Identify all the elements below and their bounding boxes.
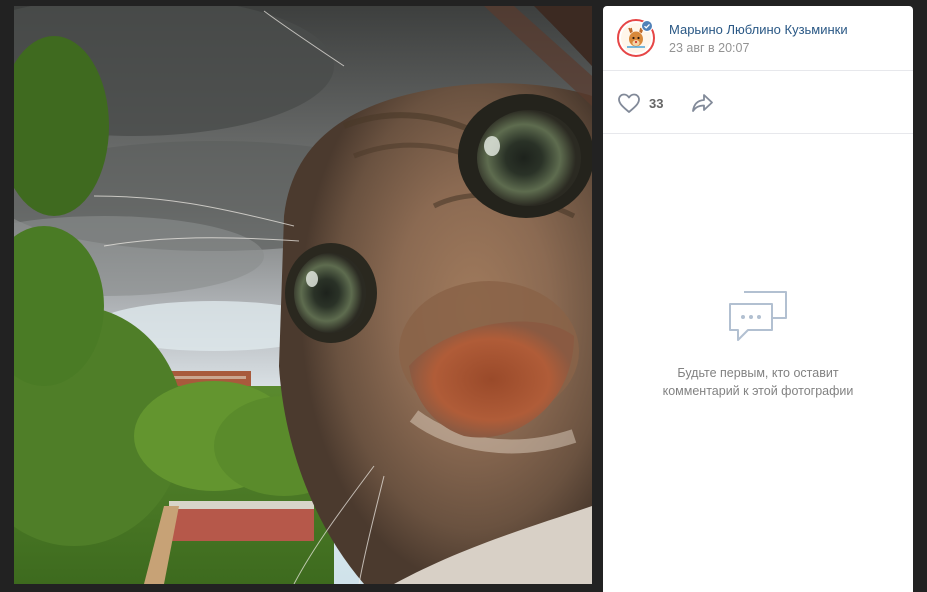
empty-comments-placeholder: Будьте первым, кто оставит комментарий к… [603,286,913,400]
post-side-panel: Марьино Люблино Кузьминки 23 авг в 20:07… [603,6,913,592]
photo[interactable] [14,6,592,584]
like-button[interactable]: 33 [617,91,663,115]
verified-check-icon [641,20,653,32]
author-name-link[interactable]: Марьино Люблино Кузьминки [669,22,848,37]
share-arrow-icon[interactable] [690,91,716,115]
heart-icon [618,93,640,113]
photo-viewer: Марьино Люблино Кузьминки 23 авг в 20:07… [0,0,927,592]
post-actions: 33 [603,71,913,134]
speech-bubbles-icon [729,291,787,341]
like-count: 33 [649,95,664,111]
post-date[interactable]: 23 авг в 20:07 [669,41,749,55]
post-header: Марьино Люблино Кузьминки 23 авг в 20:07 [603,6,913,71]
empty-comments-text: Будьте первым, кто оставит комментарий к… [662,366,854,398]
cat-photo-image [14,6,592,584]
